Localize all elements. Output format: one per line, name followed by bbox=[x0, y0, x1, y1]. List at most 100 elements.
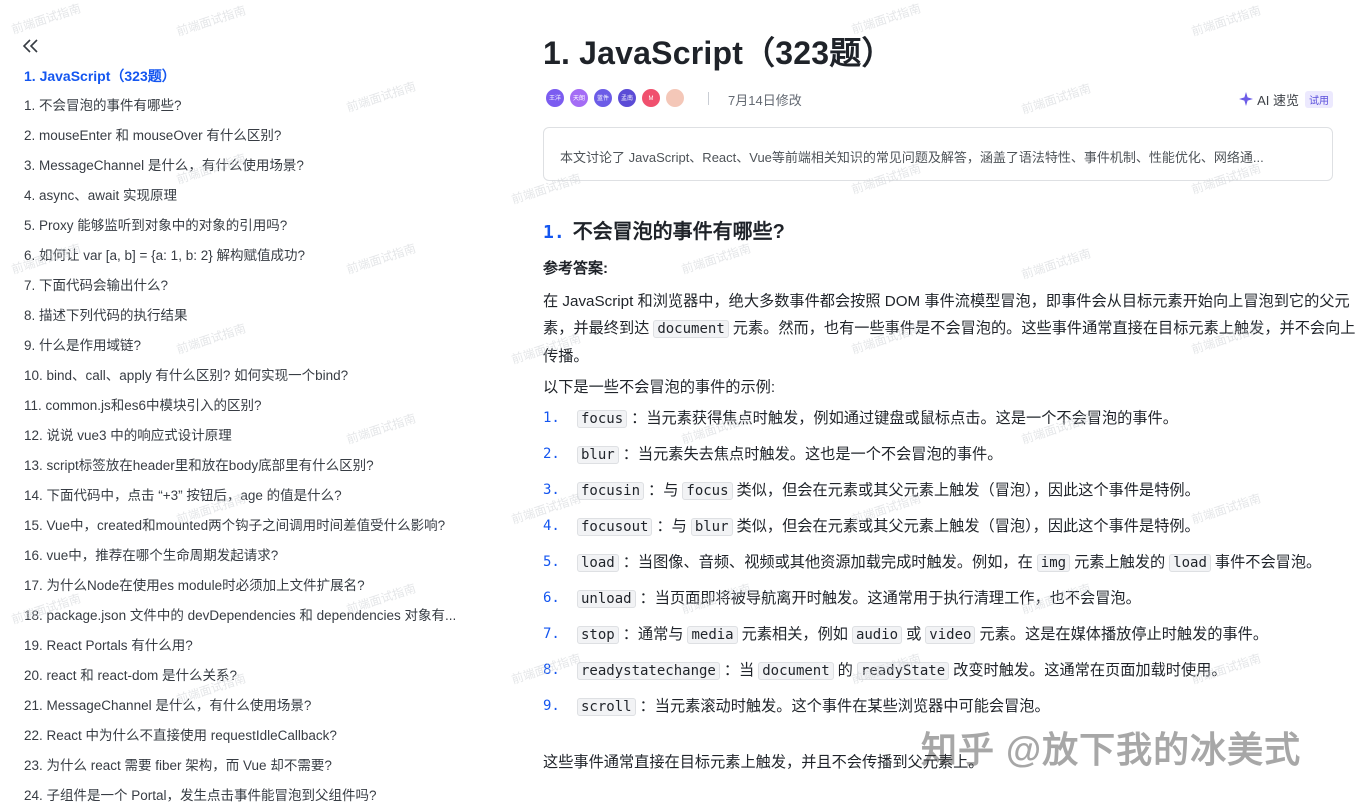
page-title: 1. JavaScript（323题） bbox=[543, 35, 894, 71]
collaborator-avatars[interactable]: 王洋 天朗 蓝件 孟南 M bbox=[545, 88, 689, 108]
avatar[interactable]: 蓝件 bbox=[593, 88, 613, 108]
inline-code: scroll bbox=[577, 698, 636, 716]
toc-item[interactable]: 19. React Portals 有什么用? bbox=[24, 636, 494, 666]
inline-code: load bbox=[577, 554, 619, 572]
divider bbox=[708, 92, 709, 105]
avatar[interactable] bbox=[665, 88, 685, 108]
toc-item[interactable]: 21. MessageChannel 是什么，有什么使用场景? bbox=[24, 696, 494, 726]
avatar[interactable]: 天朗 bbox=[569, 88, 589, 108]
ai-summary-box[interactable]: 本文讨论了 JavaScript、React、Vue等前端相关知识的常见问题及解… bbox=[543, 127, 1333, 181]
inline-code: load bbox=[1169, 554, 1211, 572]
toc-item[interactable]: 10. bind、call、apply 有什么区别? 如何实现一个bind? bbox=[24, 366, 494, 396]
toc-item[interactable]: 4. async、await 实现原理 bbox=[24, 186, 494, 216]
event-list-item: 5. load ：当图像、音频、视频或其他资源加载完成时触发。例如，在 img 元素上触… bbox=[543, 549, 1359, 577]
inline-code: media bbox=[687, 626, 738, 644]
inline-code: document bbox=[758, 662, 834, 680]
summary-text: 本文讨论了 JavaScript、React、Vue等前端相关知识的常见问题及解… bbox=[560, 150, 1264, 165]
toc-item[interactable]: 20. react 和 react-dom 是什么关系? bbox=[24, 666, 494, 696]
inline-code: focusout bbox=[577, 518, 653, 536]
toc-item[interactable]: 15. Vue中，created和mounted两个钩子之间调用时间差值受什么影… bbox=[24, 516, 494, 546]
toc-item[interactable]: 9. 什么是作用域链? bbox=[24, 336, 494, 366]
heading-text: 不会冒泡的事件有哪些? bbox=[572, 221, 785, 243]
list-text: 类似，但会在元素或其父元素上触发（冒泡），因此这个事件是特例。 bbox=[736, 518, 1200, 535]
list-number: 8. bbox=[543, 662, 560, 678]
toc-item[interactable]: 12. 说说 vue3 中的响应式设计原理 bbox=[24, 426, 494, 456]
collapse-sidebar-icon[interactable] bbox=[21, 37, 41, 55]
avatar[interactable]: M bbox=[641, 88, 661, 108]
toc-item[interactable]: 8. 描述下列代码的执行结果 bbox=[24, 306, 494, 336]
list-text: 或 bbox=[906, 626, 922, 643]
list-text: ：当元素获得焦点时触发，例如通过键盘或鼠标点击。这是一个不会冒泡的事件。 bbox=[631, 410, 1178, 427]
list-text: ：通常与 bbox=[622, 626, 684, 643]
list-text: 元素上触发的 bbox=[1074, 554, 1166, 571]
heading-number: 1. bbox=[543, 222, 565, 243]
list-text: 事件不会冒泡。 bbox=[1214, 554, 1322, 571]
event-list-item: 2. blur ：当元素失去焦点时触发。这也是一个不会冒泡的事件。 bbox=[543, 441, 1359, 469]
toc-item[interactable]: 1. 不会冒泡的事件有哪些? bbox=[24, 96, 494, 126]
list-number: 4. bbox=[543, 518, 560, 534]
ai-summary-button[interactable]: AI 速览 试用 bbox=[1239, 88, 1333, 110]
list-text: ：与 bbox=[656, 518, 687, 535]
inline-code: focus bbox=[682, 482, 733, 500]
list-text: 改变时触发。这通常在页面加载时使用。 bbox=[953, 662, 1227, 679]
ai-summary-label: AI 速览 bbox=[1257, 92, 1299, 108]
trial-badge: 试用 bbox=[1305, 90, 1333, 108]
list-text: ：当页面即将被导航离开时触发。这通常用于执行清理工作，也不会冒泡。 bbox=[639, 590, 1141, 607]
toc-sidebar: 1. JavaScript（323题） 1. 不会冒泡的事件有哪些? 2. mous… bbox=[0, 0, 500, 803]
toc-item[interactable]: 24. 子组件是一个 Portal，发生点击事件能冒泡到父组件吗? bbox=[24, 786, 494, 803]
avatar[interactable]: 王洋 bbox=[545, 88, 565, 108]
inline-code: blur bbox=[690, 518, 733, 536]
closing-paragraph: 这些事件通常直接在目标元素上触发，并且不会传播到父元素上。 bbox=[543, 754, 984, 771]
list-number: 9. bbox=[543, 698, 560, 714]
inline-code: blur bbox=[577, 446, 619, 464]
question-heading: 1. 不会冒泡的事件有哪些? bbox=[543, 215, 785, 244]
event-list-item: 4. focusout ：与 blur 类似，但会在元素或其父元素上触发（冒泡），因此这… bbox=[543, 513, 1359, 541]
event-list-item: 1. focus ：当元素获得焦点时触发，例如通过键盘或鼠标点击。这是一个不会冒泡的… bbox=[543, 405, 1359, 433]
inline-code: video bbox=[925, 626, 976, 644]
list-text: 元素相关，例如 bbox=[741, 626, 848, 643]
inline-code: focusin bbox=[577, 482, 645, 500]
inline-code: stop bbox=[577, 626, 619, 644]
list-number: 5. bbox=[543, 554, 560, 570]
toc-item[interactable]: 2. mouseEnter 和 mouseOver 有什么区别? bbox=[24, 126, 494, 156]
toc-item[interactable]: 14. 下面代码中，点击 “+3” 按钮后，age 的值是什么? bbox=[24, 486, 494, 516]
toc-item[interactable]: 7. 下面代码会输出什么? bbox=[24, 276, 494, 306]
list-number: 7. bbox=[543, 626, 560, 642]
toc-item-active[interactable]: 1. JavaScript（323题） bbox=[24, 66, 494, 96]
modified-time: 7月14日修改 bbox=[728, 93, 802, 108]
toc-item[interactable]: 6. 如何让 var [a, b] = {a: 1, b: 2} 解构赋值成功? bbox=[24, 246, 494, 276]
toc-item[interactable]: 23. 为什么 react 需要 fiber 架构，而 Vue 却不需要? bbox=[24, 756, 494, 786]
list-number: 3. bbox=[543, 482, 560, 498]
inline-code: readystatechange bbox=[577, 662, 720, 680]
list-text: 的 bbox=[837, 662, 853, 679]
toc-item[interactable]: 22. React 中为什么不直接使用 requestIdleCallback? bbox=[24, 726, 494, 756]
answer-label: 参考答案: bbox=[543, 260, 608, 277]
inline-code: img bbox=[1036, 554, 1071, 572]
toc-item[interactable]: 11. common.js和es6中模块引入的区别? bbox=[24, 396, 494, 426]
toc-item[interactable]: 13. script标签放在header里和放在body底部里有什么区别? bbox=[24, 456, 494, 486]
list-number: 2. bbox=[543, 446, 560, 462]
event-list-item: 3. focusin ：与 focus 类似，但会在元素或其父元素上触发（冒泡），因此这… bbox=[543, 477, 1359, 505]
toc-item[interactable]: 3. MessageChannel 是什么，有什么使用场景? bbox=[24, 156, 494, 186]
inline-code: focus bbox=[577, 410, 628, 428]
list-text: ：当元素滚动时触发。这个事件在某些浏览器中可能会冒泡。 bbox=[639, 698, 1050, 715]
toc-item[interactable]: 17. 为什么Node在使用es module时必须加上文件扩展名? bbox=[24, 576, 494, 606]
list-text: 类似，但会在元素或其父元素上触发（冒泡），因此这个事件是特例。 bbox=[736, 482, 1200, 499]
inline-code: document bbox=[653, 320, 729, 338]
avatar[interactable]: 孟南 bbox=[617, 88, 637, 108]
toc-item[interactable]: 16. vue中，推荐在哪个生命周期发起请求? bbox=[24, 546, 494, 576]
event-list-item: 9. scroll ：当元素滚动时触发。这个事件在某些浏览器中可能会冒泡。 bbox=[543, 693, 1359, 721]
inline-code: audio bbox=[851, 626, 903, 644]
toc-item[interactable]: 18. package.json 文件中的 devDependencies 和 … bbox=[24, 606, 494, 636]
list-intro-paragraph: 以下是一些不会冒泡的事件的示例: bbox=[543, 379, 776, 396]
toc-list: 1. JavaScript（323题） 1. 不会冒泡的事件有哪些? 2. mous… bbox=[24, 66, 494, 803]
list-text: ：当元素失去焦点时触发。这也是一个不会冒泡的事件。 bbox=[622, 446, 1003, 463]
toc-item[interactable]: 5. Proxy 能够监听到对象中的对象的引用吗? bbox=[24, 216, 494, 246]
list-text: ：当 bbox=[723, 662, 755, 679]
sparkle-icon bbox=[1239, 92, 1254, 106]
event-list-item: 6. unload ：当页面即将被导航离开时触发。这通常用于执行清理工作，也不会冒泡… bbox=[543, 585, 1359, 613]
event-list-item: 8. readystatechange ：当 document 的 readyState 改… bbox=[543, 657, 1359, 685]
inline-code: readyState bbox=[856, 662, 950, 680]
list-number: 1. bbox=[543, 410, 560, 426]
intro-paragraph: 在 JavaScript 和浏览器中，绝大多数事件都会按照 DOM 事件流模型冒… bbox=[543, 288, 1359, 370]
